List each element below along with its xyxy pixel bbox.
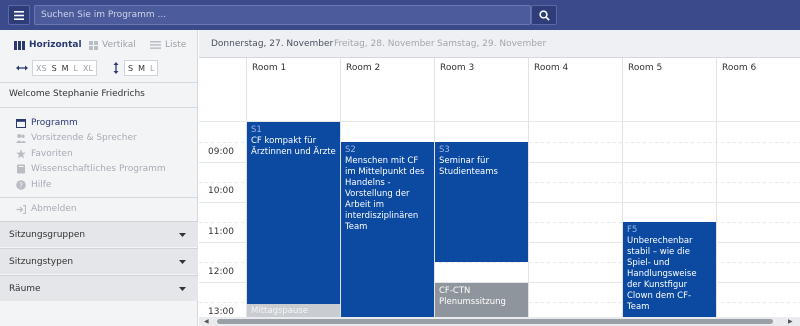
height-arrows-icon — [113, 62, 119, 74]
svg-text:?: ? — [19, 181, 23, 189]
session-title: Seminar für Studienteams — [439, 156, 498, 177]
time-label: 12:00 — [208, 267, 234, 277]
height-size-l[interactable]: L — [150, 64, 154, 73]
book-icon — [17, 164, 25, 174]
nav-item-vorsitzende[interactable]: Vorsitzende & Sprecher — [16, 131, 166, 147]
room-header: Room 3 — [440, 63, 475, 73]
vertical-view-icon — [89, 40, 98, 50]
session-title: Unberechenbar stabil – wie die Spiel- un… — [627, 236, 697, 312]
session-code: S2 — [345, 145, 356, 155]
accordion-label: Räume — [9, 283, 41, 294]
search-input[interactable]: Suchen Sie im Programm ... — [34, 5, 531, 25]
session-title: CF-CTN Plenumssitzung — [439, 286, 506, 307]
height-size-selector[interactable]: S M L — [124, 60, 159, 76]
top-bar: Suchen Sie im Programm ... — [0, 0, 800, 30]
accordion-label: Sitzungstypen — [9, 256, 74, 267]
welcome-text: Welcome Stephanie Friedrichs — [9, 89, 145, 99]
nav-item-label: Hilfe — [31, 179, 52, 190]
day-tabs: Donnerstag, 27. November Freitag, 28. No… — [199, 30, 800, 58]
width-size-l[interactable]: L — [74, 64, 78, 73]
day-tab-friday[interactable]: Freitag, 28. November — [334, 39, 435, 49]
menu-button[interactable] — [8, 5, 30, 25]
session-s3[interactable]: S3 Seminar für Studienteams — [435, 142, 528, 262]
width-size-xl[interactable]: XL — [83, 64, 93, 73]
session-title: Menschen mit CF im Mittelpunkt des Hande… — [345, 156, 425, 232]
nav-item-programm[interactable]: Programm — [16, 115, 166, 131]
horizontal-view-icon — [14, 40, 25, 50]
width-size-selector[interactable]: XS S M L XL — [32, 60, 97, 76]
people-icon — [16, 134, 26, 144]
room-header: Room 4 — [534, 63, 569, 73]
width-size-xs[interactable]: XS — [36, 64, 47, 73]
time-label: 13:00 — [208, 307, 234, 317]
size-controls: XS S M L XL S M L — [0, 60, 198, 78]
logout-icon — [16, 204, 26, 214]
height-size-s[interactable]: S — [128, 64, 133, 73]
star-icon — [16, 149, 26, 159]
session-s1[interactable]: S1 CF kompakt für Ärztinnen und Ärzte — [247, 122, 340, 312]
session-code: S3 — [439, 145, 450, 155]
tab-vertical-label: Vertikal — [102, 40, 136, 50]
session-s2[interactable]: S2 Menschen mit CF im Mittelpunkt des Ha… — [341, 142, 434, 322]
hamburger-icon — [14, 10, 24, 20]
logout-label: Abmelden — [31, 204, 77, 214]
lunch-break: Mittagspause — [247, 304, 340, 317]
caret-down-icon — [179, 286, 186, 291]
nav-item-label: Wissenschaftliches Programm — [31, 164, 166, 175]
room-header: Room 2 — [346, 63, 381, 73]
column-divider — [716, 58, 717, 326]
width-size-m[interactable]: M — [62, 64, 69, 73]
time-label: 11:00 — [208, 227, 234, 237]
scroll-left-icon[interactable]: ◀ — [204, 318, 209, 325]
height-size-m[interactable]: M — [138, 64, 145, 73]
logout-link[interactable]: Abmelden — [16, 204, 77, 214]
day-tab-saturday[interactable]: Samstag, 29. November — [437, 39, 546, 49]
day-tab-thursday[interactable]: Donnerstag, 27. November — [211, 39, 333, 49]
accordion-label: Sitzungsgruppen — [9, 229, 86, 240]
caret-down-icon — [179, 232, 186, 237]
nav-item-label: Vorsitzende & Sprecher — [31, 133, 137, 144]
nav-item-favoriten[interactable]: Favoriten — [16, 146, 166, 162]
room-header: Room 1 — [252, 63, 287, 73]
app-window: Suchen Sie im Programm ... Horizontal Ve… — [0, 0, 800, 326]
divider — [0, 82, 198, 83]
session-f5[interactable]: F5 Unberechenbar stabil – wie die Spiel-… — [623, 222, 716, 322]
view-tabs: Horizontal Vertikal Liste — [0, 36, 198, 54]
sidebar: Horizontal Vertikal Liste XS S M L XL S … — [0, 30, 198, 326]
schedule-grid: Room 1 Room 2 Room 3 Room 4 Room 5 Room … — [199, 58, 800, 326]
width-arrows-icon — [16, 65, 28, 71]
list-view-icon — [150, 41, 161, 49]
nav-item-label: Programm — [31, 117, 78, 128]
accordion-raeume[interactable]: Räume — [0, 275, 198, 301]
tab-horizontal[interactable]: Horizontal — [14, 36, 82, 54]
session-code: S1 — [251, 125, 262, 135]
time-label: 09:00 — [208, 147, 234, 157]
tab-vertical[interactable]: Vertikal — [89, 36, 136, 54]
nav-item-wissenschaftliches-programm[interactable]: Wissenschaftliches Programm — [16, 162, 166, 178]
accordion-sitzungstypen[interactable]: Sitzungstypen — [0, 248, 198, 274]
session-code: F5 — [627, 225, 638, 235]
nav-item-label: Favoriten — [31, 148, 73, 159]
search-button[interactable] — [531, 5, 557, 25]
tab-list[interactable]: Liste — [150, 36, 186, 54]
accordion-sitzungsgruppen[interactable]: Sitzungsgruppen — [0, 221, 198, 247]
tab-horizontal-label: Horizontal — [29, 40, 82, 50]
nav-list: Programm Vorsitzende & Sprecher Favorite… — [16, 115, 166, 193]
column-divider — [528, 58, 529, 326]
help-icon: ? — [16, 179, 26, 190]
scrollbar-thumb[interactable] — [217, 319, 773, 324]
calendar-icon — [16, 118, 26, 128]
nav-item-hilfe[interactable]: ? Hilfe — [16, 177, 166, 193]
room-header: Room 5 — [628, 63, 663, 73]
session-title: CF kompakt für Ärztinnen und Ärzte — [251, 136, 336, 157]
divider — [0, 197, 198, 198]
tab-list-label: Liste — [165, 40, 187, 50]
scroll-right-icon[interactable]: ▶ — [788, 318, 793, 325]
time-label: 10:00 — [208, 186, 234, 196]
caret-down-icon — [179, 259, 186, 264]
room-header: Room 6 — [722, 63, 757, 73]
search-icon — [538, 9, 550, 21]
width-size-s[interactable]: S — [52, 64, 57, 73]
divider — [0, 107, 198, 108]
